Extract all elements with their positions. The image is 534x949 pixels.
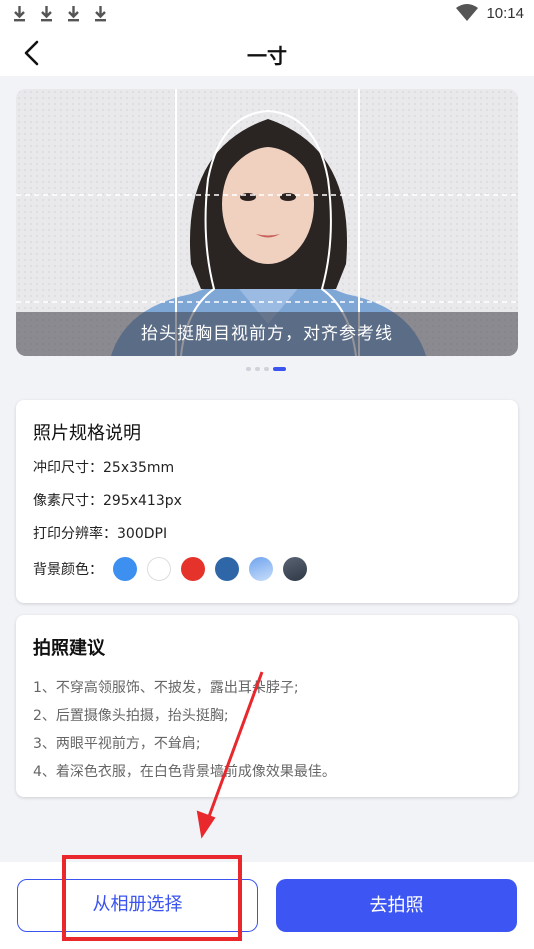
take-photo-button[interactable]: 去拍照 <box>276 879 517 932</box>
color-swatch-light-blue-gradient[interactable] <box>249 557 273 581</box>
status-time: 10:14 <box>486 4 524 22</box>
wifi-icon <box>456 4 479 21</box>
carousel-indicator <box>246 367 286 371</box>
carousel-dot[interactable] <box>255 367 260 371</box>
page-title: 一寸 <box>247 44 287 68</box>
pixel-size-text: 像素尺寸：295x413px <box>33 493 182 509</box>
tip-item: 3、两眼平视前方，不耸肩; <box>33 736 201 752</box>
carousel-dot[interactable] <box>264 367 269 371</box>
bottom-action-bar: 从相册选择 去拍照 <box>0 862 534 949</box>
notification-icons <box>12 4 108 24</box>
carousel-dot[interactable] <box>246 367 251 371</box>
photo-spec-card: 照片规格说明 冲印尺寸：25x35mm 像素尺寸：295x413px 打印分辨率… <box>16 400 518 603</box>
carousel-caption: 抬头挺胸目视前方，对齐参考线 <box>16 312 518 356</box>
carousel-dot-active[interactable] <box>273 367 286 371</box>
color-swatch-dark-blue[interactable] <box>215 557 239 581</box>
download-icon <box>95 6 106 22</box>
tip-item: 1、不穿高领服饰、不披发，露出耳朵脖子; <box>33 680 299 696</box>
print-size-text: 冲印尺寸：25x35mm <box>33 460 175 476</box>
download-icon <box>68 6 79 22</box>
spec-card-title: 照片规格说明 <box>33 423 141 444</box>
download-icon <box>41 6 52 22</box>
tip-item: 4、着深色衣服，在白色背景墙前成像效果最佳。 <box>33 764 336 780</box>
background-color-row: 背景颜色： <box>33 557 317 581</box>
title-bar: 一寸 <box>0 30 534 76</box>
tip-item: 2、后置摄像头拍摄，抬头挺胸; <box>33 708 229 724</box>
status-bar: 10:14 <box>0 0 534 30</box>
download-icon <box>14 6 25 22</box>
color-swatch-white[interactable] <box>147 557 171 581</box>
photo-tips-card: 拍照建议 1、不穿高领服饰、不披发，露出耳朵脖子; 2、后置摄像头拍摄，抬头挺胸… <box>16 615 518 797</box>
resolution-text: 打印分辨率：300DPI <box>33 526 168 542</box>
choose-from-album-button[interactable]: 从相册选择 <box>17 879 258 932</box>
tips-card-title: 拍照建议 <box>33 638 105 659</box>
bg-color-label: 背景颜色： <box>33 562 103 578</box>
example-photo-carousel[interactable]: 抬头挺胸目视前方，对齐参考线 <box>16 89 518 356</box>
color-swatch-red[interactable] <box>181 557 205 581</box>
color-swatch-gray-gradient[interactable] <box>283 557 307 581</box>
color-swatch-blue[interactable] <box>113 557 137 581</box>
